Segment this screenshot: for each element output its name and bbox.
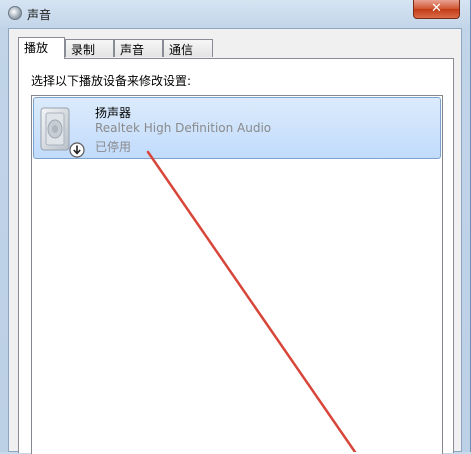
device-driver: Realtek High Definition Audio — [95, 121, 272, 135]
tab-communications[interactable]: 通信 — [163, 39, 213, 57]
playback-panel: 选择以下播放设备来修改设置: 扬声器 Realtek High Definiti… — [18, 58, 454, 454]
disabled-arrow-icon — [69, 142, 85, 158]
instruction-label: 选择以下播放设备来修改设置: — [31, 74, 192, 88]
title-bar[interactable]: 声音 ✕ — [0, 0, 471, 28]
close-button[interactable]: ✕ — [413, 0, 460, 19]
tab-recording[interactable]: 录制 — [65, 39, 114, 57]
sound-app-icon — [8, 6, 22, 20]
device-item-speakers[interactable]: 扬声器 Realtek High Definition Audio 已停用 — [33, 97, 441, 159]
playback-device-list[interactable]: 扬声器 Realtek High Definition Audio 已停用 — [31, 95, 443, 454]
sound-dialog: 声音 ✕ 播放 录制 声音 通信 选择以下播放设备来修改设置: 扬声器 Real… — [0, 0, 471, 454]
device-status: 已停用 — [95, 140, 132, 154]
device-name: 扬声器 — [95, 106, 132, 120]
window-title: 声音 — [27, 8, 52, 22]
tab-playback[interactable]: 播放 — [18, 37, 65, 59]
dialog-client-area: 播放 录制 声音 通信 选择以下播放设备来修改设置: 扬声器 Realtek H… — [8, 28, 462, 454]
tab-sounds[interactable]: 声音 — [114, 39, 163, 57]
speaker-icon — [40, 107, 85, 158]
